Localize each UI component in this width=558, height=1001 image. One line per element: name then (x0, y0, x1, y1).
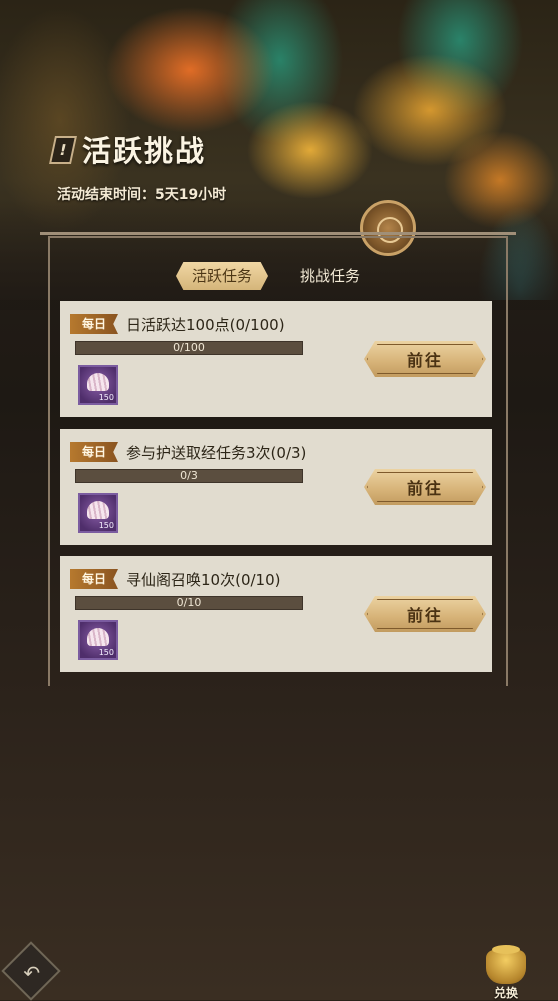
treasure-pot-icon (486, 945, 526, 984)
shell-icon (87, 628, 109, 646)
go-button-label: 前往 (406, 351, 443, 370)
shell-icon (87, 373, 109, 391)
back-arrow-icon: ↶ (23, 961, 41, 986)
page-title: 活跃挑战 (82, 134, 207, 168)
back-button[interactable]: ↶ (1, 941, 61, 1001)
shell-icon (87, 501, 109, 519)
progress-text: 0/10 (176, 596, 202, 609)
task-title-row: 每日 寻仙阁召唤10次(0/10) (70, 568, 280, 590)
progress-text: 0/100 (173, 341, 205, 354)
task-card: 每日 日活跃达100点(0/100) 0/100 150 前往 (60, 301, 492, 417)
task-title-row: 每日 日活跃达100点(0/100) (70, 313, 285, 335)
reward-count: 150 (98, 521, 114, 530)
reward-count: 150 (98, 393, 114, 402)
reward-count: 150 (98, 648, 114, 657)
task-name: 日活跃达100点(0/100) (126, 315, 285, 334)
go-button[interactable]: 前往 (364, 469, 486, 505)
daily-badge: 每日 (70, 314, 118, 334)
go-button[interactable]: 前往 (364, 341, 486, 377)
go-button[interactable]: 前往 (364, 596, 486, 632)
reward-item[interactable]: 150 (78, 365, 118, 405)
daily-badge: 每日 (70, 442, 118, 462)
task-name: 参与护送取经任务3次(0/3) (126, 443, 307, 462)
event-timer: 活动结束时间：5天19小时 (57, 187, 227, 203)
progress-bar: 0/10 (75, 596, 303, 610)
task-name: 寻仙阁召唤10次(0/10) (126, 570, 281, 589)
progress-text: 0/3 (180, 469, 198, 482)
task-title-row: 每日 参与护送取经任务3次(0/3) (70, 441, 306, 463)
task-card: 每日 寻仙阁召唤10次(0/10) 0/10 150 前往 (60, 556, 492, 672)
tab-active-tasks[interactable]: 活跃任务 (176, 262, 268, 290)
tab-challenge-tasks[interactable]: 挑战任务 (280, 262, 380, 290)
go-button-label: 前往 (406, 606, 443, 625)
daily-badge: 每日 (70, 569, 118, 589)
go-button-label: 前往 (406, 479, 443, 498)
progress-bar: 0/3 (75, 469, 303, 483)
progress-bar: 0/100 (75, 341, 303, 355)
reward-item[interactable]: 150 (78, 620, 118, 660)
task-tabs: 活跃任务 挑战任务 (176, 262, 386, 290)
exchange-label: 兑换 (493, 986, 518, 1000)
reward-item[interactable]: 150 (78, 493, 118, 533)
task-card: 每日 参与护送取经任务3次(0/3) 0/3 150 前往 (60, 429, 492, 545)
exchange-button[interactable]: 兑换 (476, 944, 536, 1000)
